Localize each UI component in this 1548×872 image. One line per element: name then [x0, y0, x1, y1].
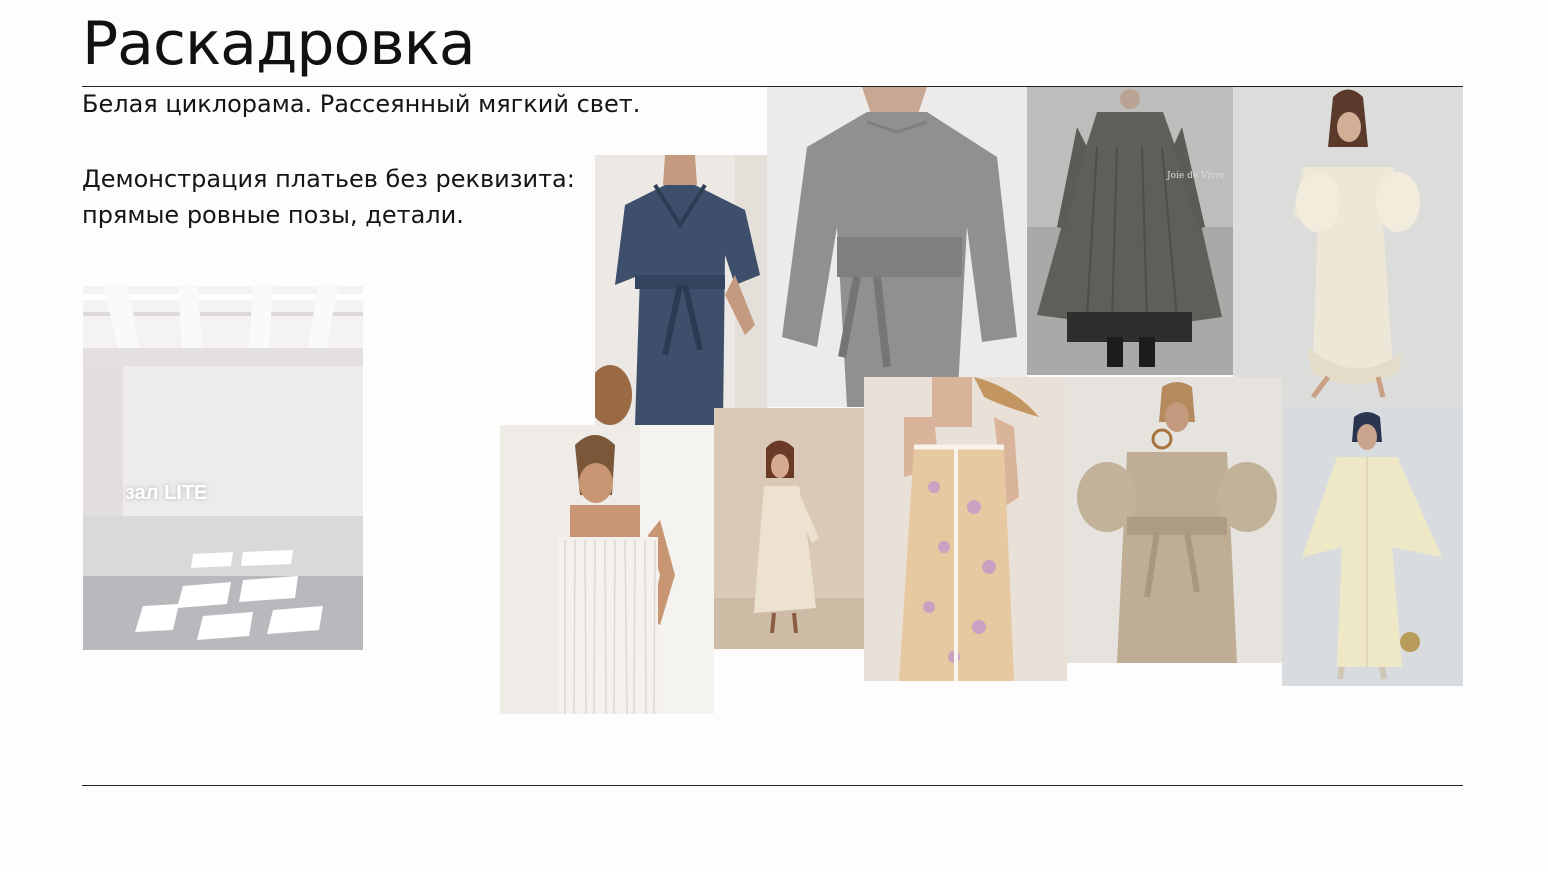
moodboard-photo-charcoal-dress: Joie de Vivre: [1027, 87, 1233, 375]
moodboard-photo-grey-wrap-dress: [767, 87, 1027, 407]
moodboard-photo-butter-kaftan: [1282, 407, 1463, 686]
moodboard-photo-floral-slip-dress: [864, 377, 1067, 681]
photo-brand-tag: Joie de Vivre: [1167, 171, 1225, 181]
moodboard-photo-cream-off-shoulder-dress: [1233, 87, 1463, 407]
slide-title: Раскадровка: [82, 9, 476, 79]
studio-hall-photo: зал LITE: [83, 286, 363, 650]
moodboard-photo-beige-puff-dress: [1067, 377, 1282, 663]
footer-divider: [82, 785, 1463, 786]
description-demo: Демонстрация платьев без реквизита:: [82, 165, 575, 193]
moodboard-photo-cream-knit-dress: [714, 408, 878, 649]
description-poses: прямые ровные позы, детали.: [82, 201, 464, 229]
moodboard-photo-navy-dress: [595, 155, 767, 425]
description-lighting: Белая циклорама. Рассеянный мягкий свет.: [82, 90, 641, 118]
hall-label: зал LITE: [125, 482, 208, 504]
moodboard-photo-white-fringe-dress: [500, 425, 714, 714]
